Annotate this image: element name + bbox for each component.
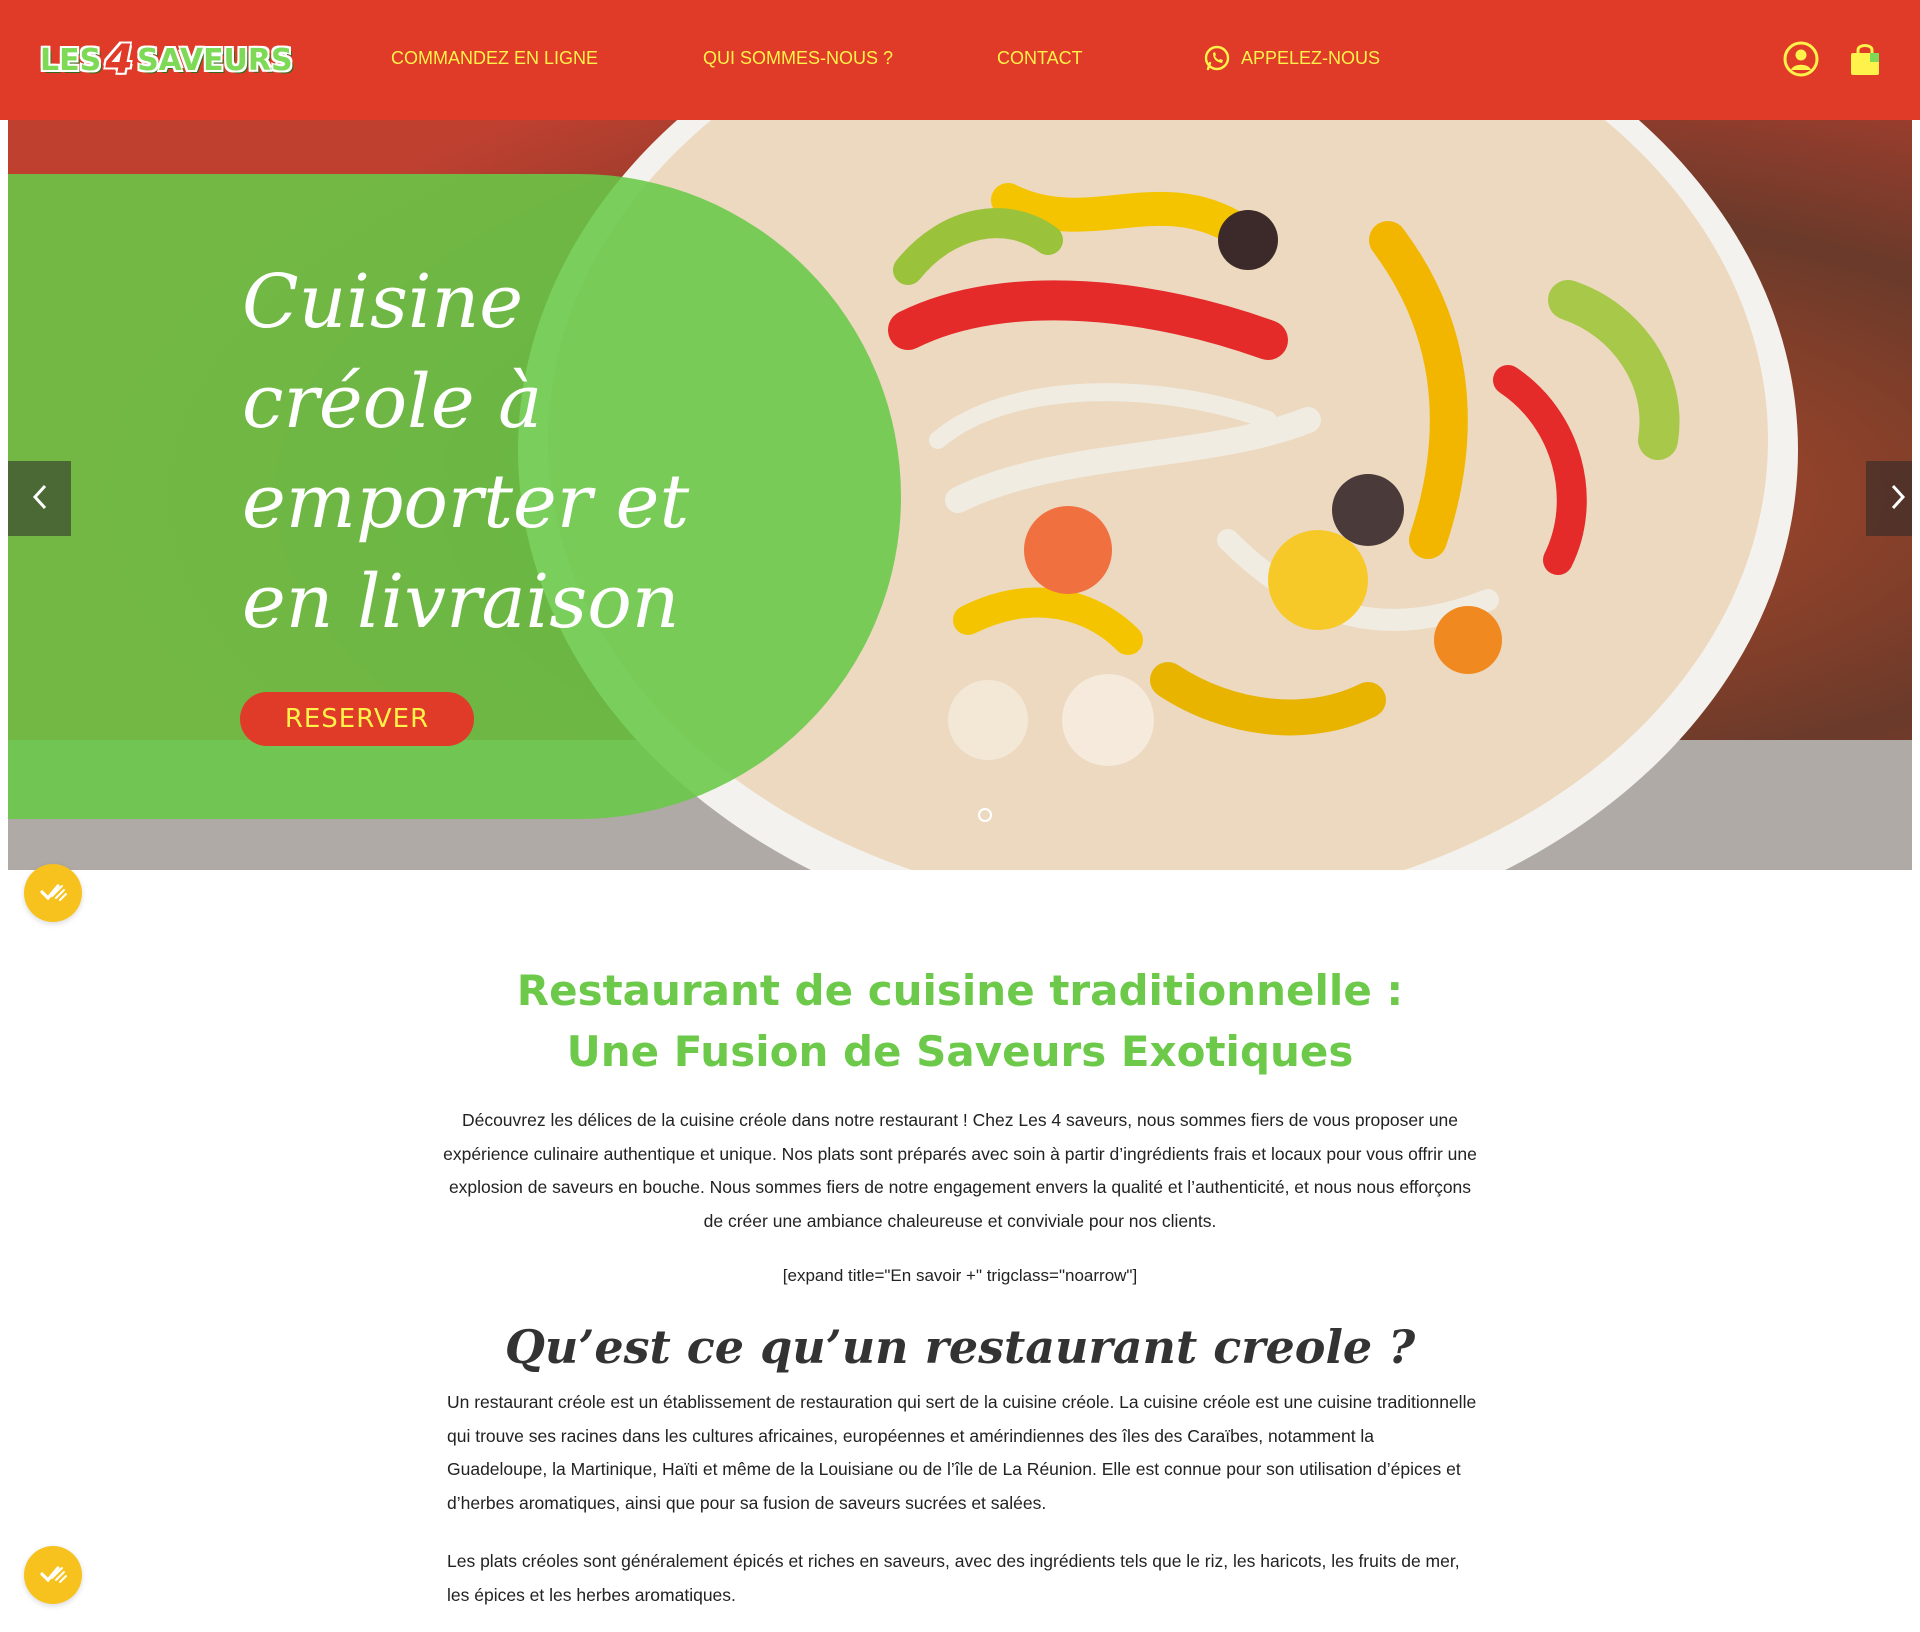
user-circle-icon[interactable]	[1782, 40, 1820, 78]
creole-paragraph-1: Un restaurant créole est un établissemen…	[447, 1392, 1477, 1513]
nav-call-label: APPELEZ-NOUS	[1241, 47, 1381, 68]
hero-title: Cuisine créole à emporter et en livraiso…	[242, 259, 690, 645]
logo-text-right: SAVEURS	[137, 42, 293, 78]
reserve-button[interactable]: RESERVER	[240, 692, 474, 746]
check-badge-icon	[36, 1556, 70, 1595]
creole-restaurant-heading: Qu’est ce qu’un restaurant creole ?	[504, 1320, 1416, 1374]
intro-paragraph: Découvrez les délices de la cuisine créo…	[443, 1110, 1477, 1231]
floating-badge-bottom[interactable]	[24, 1546, 82, 1604]
shopping-bag-icon[interactable]	[1846, 40, 1884, 78]
check-badge-icon	[36, 874, 70, 913]
nav-about[interactable]: QUI SOMMES-NOUS ?	[703, 48, 893, 69]
expand-shortcode-text: [expand title="En savoir +" trigclass="n…	[782, 1266, 1138, 1285]
nav-order-online[interactable]: COMMANDEZ EN LIGNE	[391, 48, 598, 69]
site-header: LES 4 SAVEURS COMMANDEZ EN LIGNE QUI SOM…	[0, 0, 1920, 120]
slider-dot[interactable]	[978, 808, 992, 822]
section-title-line1: Restaurant de cuisine traditionnelle :	[516, 966, 1404, 1015]
slider-next-button[interactable]	[1866, 461, 1912, 536]
creole-paragraph-2: Les plats créoles sont généralement épic…	[447, 1551, 1460, 1605]
hero-slider: Cuisine créole à emporter et en livraiso…	[8, 120, 1912, 870]
nav-contact[interactable]: CONTACT	[997, 48, 1083, 69]
logo[interactable]: LES 4 SAVEURS	[40, 36, 293, 84]
chevron-left-icon	[29, 482, 51, 515]
chevron-right-icon	[1887, 482, 1909, 515]
section-title-line2: Une Fusion de Saveurs Exotiques	[566, 1027, 1354, 1076]
floating-badge-top[interactable]	[24, 864, 82, 922]
whatsapp-icon	[1203, 44, 1231, 72]
logo-text-left: LES	[40, 42, 102, 78]
slider-prev-button[interactable]	[8, 461, 71, 536]
nav-call-us[interactable]: APPELEZ-NOUS	[1203, 44, 1380, 72]
logo-number: 4	[105, 37, 134, 83]
